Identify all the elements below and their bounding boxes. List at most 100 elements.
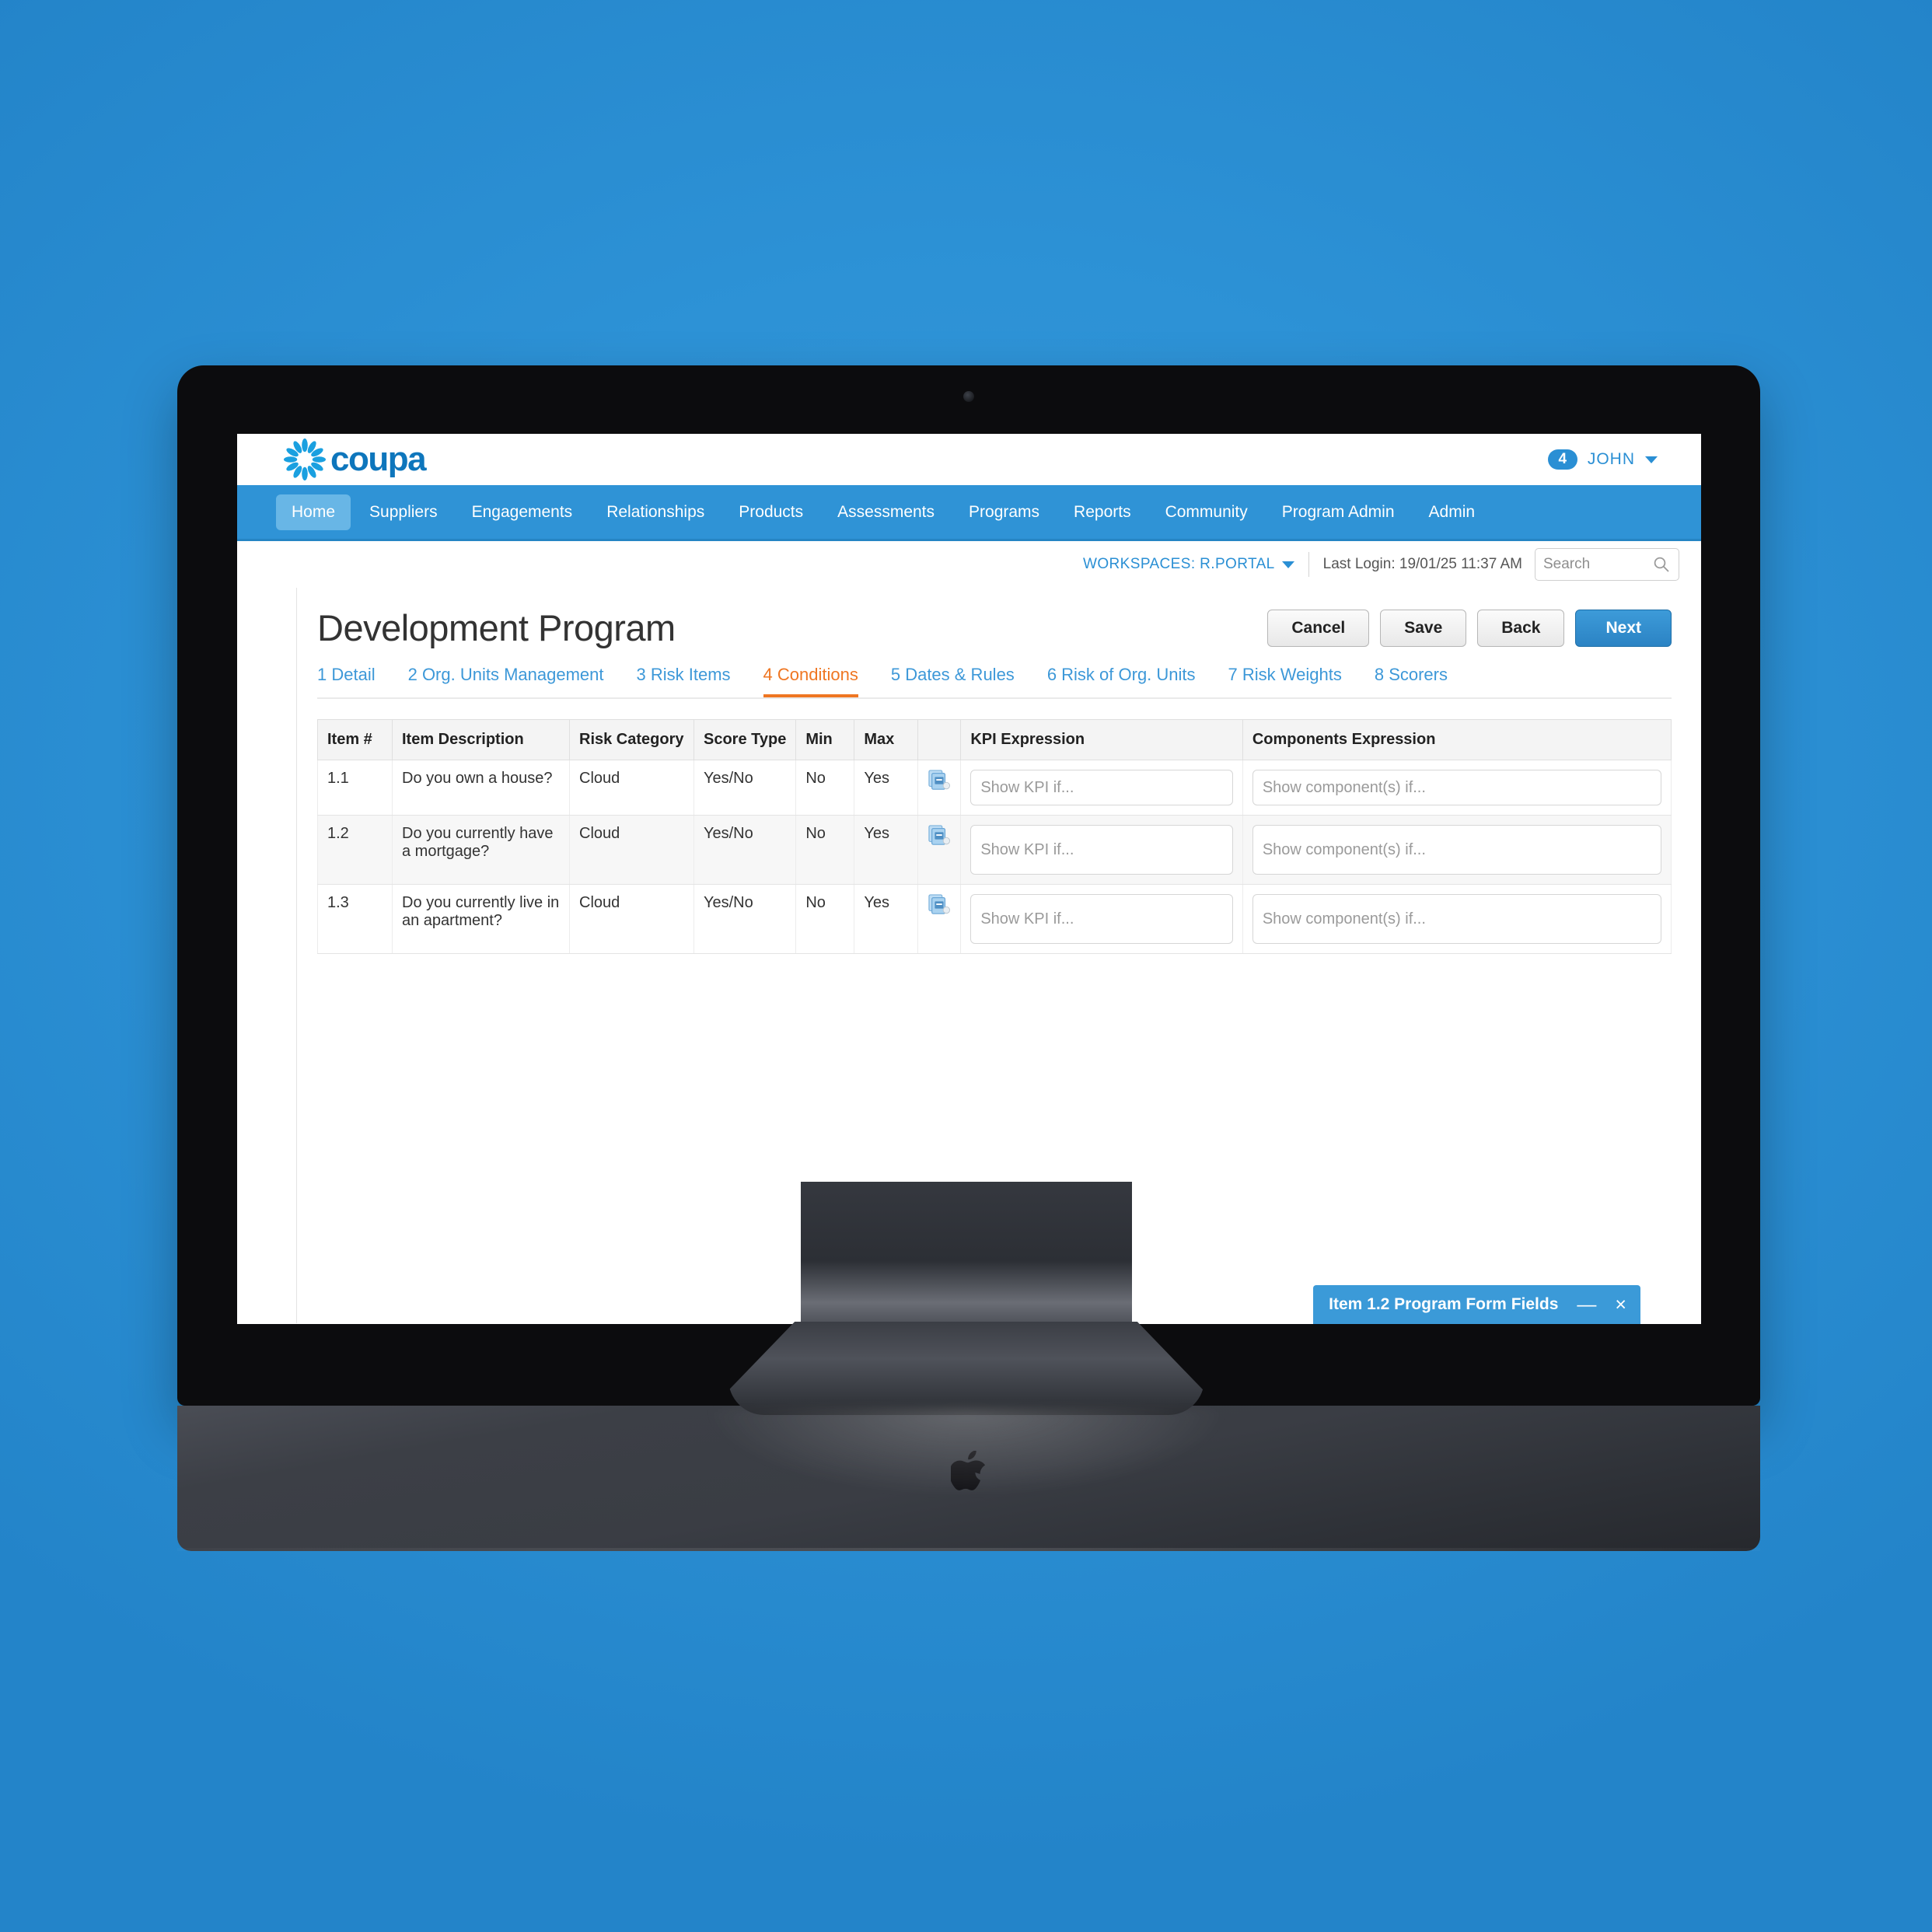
cell-min: No <box>795 760 855 816</box>
cell-document-icon[interactable] <box>917 815 962 885</box>
wizard-steps: 1 Detail 2 Org. Units Management 3 Risk It… <box>317 665 1672 699</box>
cell-min: No <box>795 815 855 885</box>
panel-title: Item 1.2 Program Form Fields <box>1329 1295 1559 1313</box>
wizard-step-6[interactable]: 6 Risk of Org. Units <box>1047 665 1196 697</box>
column-header-3: Score Type <box>693 719 797 760</box>
main-navigation: Home Suppliers Engagements Relationships Pro… <box>237 485 1701 541</box>
app-header: coupa 4 JOHN <box>237 434 1701 485</box>
column-header-5: Max <box>854 719 919 760</box>
column-header-6 <box>917 719 962 760</box>
conditions-table: Item # Item Description Risk Category Score… <box>317 719 1672 954</box>
search-input[interactable]: Search <box>1535 548 1679 581</box>
wizard-step-2[interactable]: 2 Org. Units Management <box>408 665 604 697</box>
magnifier-icon <box>1654 557 1669 572</box>
cell-max: Yes <box>854 884 919 954</box>
cell-components-expression: Show component(s) if... <box>1242 815 1672 885</box>
column-header-8: Components Expression <box>1242 719 1672 760</box>
table-header-row: Item # Item Description Risk Category Score… <box>317 719 1672 760</box>
cell-item-number: 1.2 <box>317 815 393 885</box>
documents-copy-icon[interactable] <box>928 825 951 847</box>
table-row[interactable]: 1.2 Do you currently have a mortgage? Clou… <box>317 815 1672 885</box>
cell-min: No <box>795 884 855 954</box>
workspaces-label: WORKSPACES: R.PORTAL <box>1083 556 1275 572</box>
camera-icon <box>963 391 974 402</box>
cell-max: Yes <box>854 815 919 885</box>
title-row: Development Program Cancel Save Back Nex… <box>317 602 1672 649</box>
nav-item-program-admin[interactable]: Program Admin <box>1266 494 1410 530</box>
cell-components-expression: Show component(s) if... <box>1242 884 1672 954</box>
action-buttons: Cancel Save Back Next <box>1267 602 1672 647</box>
brand-name: coupa <box>330 440 427 478</box>
nav-item-community[interactable]: Community <box>1150 494 1263 530</box>
documents-copy-icon[interactable] <box>928 770 951 791</box>
cell-item-description: Do you own a house? <box>392 760 570 816</box>
stand-reflection <box>709 1409 1223 1494</box>
nav-item-reports[interactable]: Reports <box>1058 494 1147 530</box>
wizard-step-1[interactable]: 1 Detail <box>317 665 376 697</box>
cell-document-icon[interactable] <box>917 760 962 816</box>
user-name[interactable]: JOHN <box>1588 450 1635 469</box>
workspaces-selector[interactable]: WORKSPACES: R.PORTAL <box>1083 556 1294 573</box>
cell-kpi-expression: Show KPI if... <box>960 884 1243 954</box>
cell-risk-category: Cloud <box>569 760 694 816</box>
next-button[interactable]: Next <box>1575 610 1672 647</box>
minimize-icon[interactable]: — <box>1577 1294 1596 1315</box>
nav-item-engagements[interactable]: Engagements <box>456 494 589 530</box>
cell-kpi-expression: Show KPI if... <box>960 815 1243 885</box>
search-placeholder: Search <box>1543 556 1591 572</box>
back-button[interactable]: Back <box>1477 610 1565 647</box>
documents-copy-icon[interactable] <box>928 894 951 916</box>
nav-item-home[interactable]: Home <box>276 494 351 530</box>
cell-components-expression: Show component(s) if... <box>1242 760 1672 816</box>
wizard-step-4[interactable]: 4 Conditions <box>763 665 858 697</box>
table-row[interactable]: 1.3 Do you currently live in an apartment… <box>317 884 1672 954</box>
user-zone: 4 JOHN <box>1547 449 1675 470</box>
kpi-expression-input[interactable]: Show KPI if... <box>970 894 1233 944</box>
cell-item-number: 1.1 <box>317 760 393 816</box>
cell-document-icon[interactable] <box>917 884 962 954</box>
divider <box>1308 552 1309 577</box>
chevron-down-icon <box>1281 561 1294 568</box>
components-expression-input[interactable]: Show component(s) if... <box>1252 894 1661 944</box>
wizard-step-5[interactable]: 5 Dates & Rules <box>891 665 1015 697</box>
wizard-step-8[interactable]: 8 Scorers <box>1375 665 1448 697</box>
cell-score-type: Yes/No <box>693 884 797 954</box>
notification-badge[interactable]: 4 <box>1547 449 1577 470</box>
table-row[interactable]: 1.1 Do you own a house? Cloud Yes/No No Yes S… <box>317 760 1672 816</box>
coupa-logo[interactable]: coupa <box>284 438 427 480</box>
kpi-expression-input[interactable]: Show KPI if... <box>970 770 1233 805</box>
cell-risk-category: Cloud <box>569 815 694 885</box>
cancel-button[interactable]: Cancel <box>1267 610 1370 647</box>
nav-item-admin[interactable]: Admin <box>1413 494 1491 530</box>
cell-item-number: 1.3 <box>317 884 393 954</box>
monitor-stand-base <box>728 1322 1204 1415</box>
program-form-fields-panel[interactable]: Item 1.2 Program Form Fields — × <box>1313 1285 1640 1324</box>
cell-score-type: Yes/No <box>693 760 797 816</box>
nav-item-products[interactable]: Products <box>723 494 819 530</box>
cell-max: Yes <box>854 760 919 816</box>
nav-item-programs[interactable]: Programs <box>953 494 1055 530</box>
nav-item-suppliers[interactable]: Suppliers <box>354 494 453 530</box>
left-gutter <box>237 588 296 1323</box>
page-title: Development Program <box>317 607 676 648</box>
nav-item-assessments[interactable]: Assessments <box>822 494 950 530</box>
cell-risk-category: Cloud <box>569 884 694 954</box>
cell-item-description: Do you currently have a mortgage? <box>392 815 570 885</box>
components-expression-input[interactable]: Show component(s) if... <box>1252 770 1661 805</box>
column-header-7: KPI Expression <box>960 719 1243 760</box>
nav-item-relationships[interactable]: Relationships <box>591 494 720 530</box>
column-header-2: Risk Category <box>569 719 694 760</box>
cell-score-type: Yes/No <box>693 815 797 885</box>
chevron-down-icon[interactable] <box>1645 456 1658 463</box>
save-button[interactable]: Save <box>1380 610 1467 647</box>
last-login-text: Last Login: 19/01/25 11:37 AM <box>1322 556 1522 572</box>
column-header-0: Item # <box>317 719 393 760</box>
kpi-expression-input[interactable]: Show KPI if... <box>970 825 1233 875</box>
wizard-step-3[interactable]: 3 Risk Items <box>637 665 731 697</box>
close-icon[interactable]: × <box>1615 1294 1626 1315</box>
wizard-step-7[interactable]: 7 Risk Weights <box>1228 665 1342 697</box>
utility-bar: WORKSPACES: R.PORTAL Last Login: 19/01/2… <box>237 541 1701 588</box>
components-expression-input[interactable]: Show component(s) if... <box>1252 825 1661 875</box>
cell-item-description: Do you currently live in an apartment? <box>392 884 570 954</box>
column-header-1: Item Description <box>392 719 570 760</box>
